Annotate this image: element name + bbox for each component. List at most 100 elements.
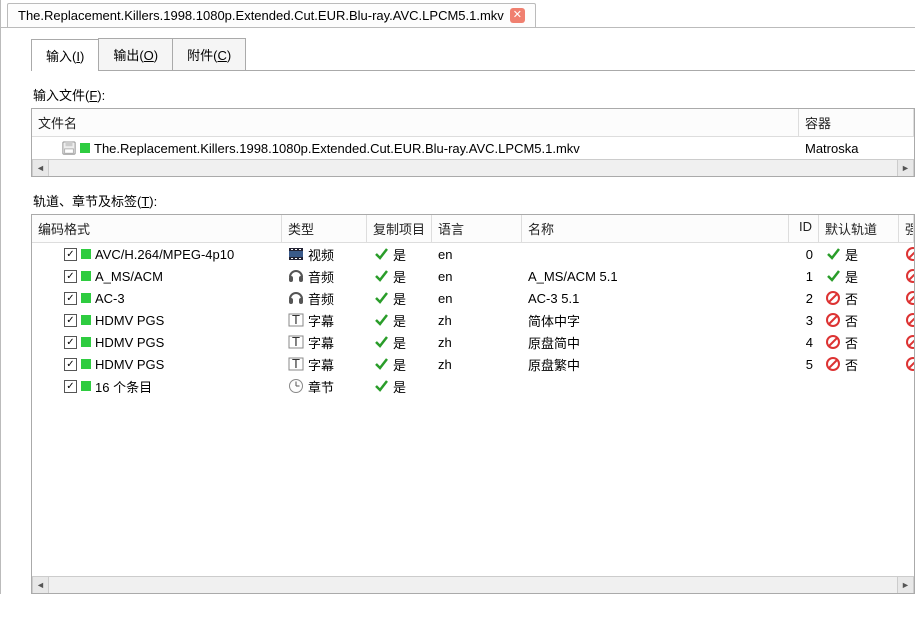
track-checkbox[interactable]: ✓: [64, 248, 77, 261]
track-type: 章节: [308, 377, 334, 396]
status-indicator-icon: [81, 293, 91, 303]
track-default: 否: [845, 333, 858, 352]
track-type: 字幕: [308, 355, 334, 374]
file-tab-bar: The.Replacement.Killers.1998.1080p.Exten…: [1, 0, 915, 28]
track-type: 音频: [308, 289, 334, 308]
tab-input[interactable]: 输入(I): [31, 39, 99, 71]
ban-icon: [905, 246, 914, 262]
tab-output[interactable]: 输出(O): [98, 38, 173, 70]
h-scrollbar[interactable]: ◄ ►: [32, 159, 914, 176]
track-codec: 16 个条目: [95, 377, 152, 396]
track-row[interactable]: ✓ 16 个条目 章节 是: [32, 375, 914, 397]
tab-attachments[interactable]: 附件(C): [172, 38, 246, 70]
file-tab-title: The.Replacement.Killers.1998.1080p.Exten…: [18, 8, 504, 23]
ban-icon: [905, 268, 914, 284]
status-indicator-icon: [81, 271, 91, 281]
col-filename[interactable]: 文件名: [32, 109, 799, 136]
track-copy: 是: [393, 377, 406, 396]
scroll-left-icon[interactable]: ◄: [32, 160, 49, 176]
track-name: A_MS/ACM 5.1: [522, 265, 789, 287]
ban-icon: [825, 312, 841, 328]
scroll-right-icon[interactable]: ►: [897, 577, 914, 593]
col-container[interactable]: 容器: [799, 109, 914, 136]
col-lang[interactable]: 语言: [432, 215, 522, 242]
track-default: 是: [845, 245, 858, 264]
track-lang: zh: [432, 309, 522, 331]
track-lang: en: [432, 265, 522, 287]
track-checkbox[interactable]: ✓: [64, 358, 77, 371]
ban-icon: [905, 334, 914, 350]
track-row[interactable]: ✓HDMV PGST字幕是zh简体中字3否: [32, 309, 914, 331]
input-files-list[interactable]: 文件名 容器 The.Replacement.Killers.1998.1080…: [31, 108, 915, 177]
track-type: 字幕: [308, 311, 334, 330]
ban-icon: [905, 290, 914, 306]
status-indicator-icon: [81, 249, 91, 259]
col-type[interactable]: 类型: [282, 215, 367, 242]
track-checkbox[interactable]: ✓: [64, 314, 77, 327]
check-icon: [373, 356, 389, 372]
status-indicator-icon: [81, 359, 91, 369]
track-lang: zh: [432, 331, 522, 353]
subtitle-icon: T: [288, 356, 304, 372]
scroll-right-icon[interactable]: ►: [897, 160, 914, 176]
status-indicator-icon: [80, 143, 90, 153]
track-type: 视频: [308, 245, 334, 264]
col-forced[interactable]: 强: [899, 215, 914, 242]
scroll-left-icon[interactable]: ◄: [32, 577, 49, 593]
subtitle-icon: T: [288, 334, 304, 350]
track-id: 2: [789, 287, 819, 309]
track-id: 5: [789, 353, 819, 375]
check-icon: [373, 312, 389, 328]
ban-icon: [825, 356, 841, 372]
close-icon[interactable]: ✕: [510, 8, 525, 23]
col-default[interactable]: 默认轨道: [819, 215, 899, 242]
track-codec: HDMV PGS: [95, 313, 164, 328]
col-codec[interactable]: 编码格式: [32, 215, 282, 242]
track-id: 4: [789, 331, 819, 353]
check-icon: [373, 378, 389, 394]
status-indicator-icon: [81, 315, 91, 325]
track-id: 0: [789, 243, 819, 265]
track-checkbox[interactable]: ✓: [64, 292, 77, 305]
col-name[interactable]: 名称: [522, 215, 789, 242]
track-type: 字幕: [308, 333, 334, 352]
check-icon: [373, 268, 389, 284]
track-name: 原盘简中: [522, 331, 789, 353]
main-tabs: 输入(I) 输出(O) 附件(C): [31, 38, 915, 71]
ban-icon: [905, 356, 914, 372]
h-scrollbar[interactable]: ◄ ►: [32, 576, 914, 593]
track-row[interactable]: ✓A_MS/ACM音频是enA_MS/ACM 5.11是: [32, 265, 914, 287]
svg-text:T: T: [292, 334, 300, 349]
col-id[interactable]: ID: [789, 215, 819, 242]
track-codec: A_MS/ACM: [95, 269, 163, 284]
tracks-list[interactable]: 编码格式 类型 复制项目 语言 名称 ID 默认轨道 强 ✓AVC/H.264/…: [31, 214, 915, 594]
track-checkbox[interactable]: ✓: [64, 380, 77, 393]
tracks-label: 轨道、章节及标签(T):: [33, 191, 915, 210]
track-row[interactable]: ✓HDMV PGST字幕是zh原盘繁中5否: [32, 353, 914, 375]
chapter-icon: [288, 378, 304, 394]
input-files-label: 输入文件(F):: [33, 85, 915, 104]
tracks-header[interactable]: 编码格式 类型 复制项目 语言 名称 ID 默认轨道 强: [32, 215, 914, 243]
track-copy: 是: [393, 355, 406, 374]
check-icon: [373, 246, 389, 262]
track-row[interactable]: ✓HDMV PGST字幕是zh原盘简中4否: [32, 331, 914, 353]
input-files-header[interactable]: 文件名 容器: [32, 109, 914, 137]
ban-icon: [825, 334, 841, 350]
check-icon: [373, 290, 389, 306]
ban-icon: [905, 312, 914, 328]
col-copy[interactable]: 复制项目: [367, 215, 432, 242]
file-row[interactable]: The.Replacement.Killers.1998.1080p.Exten…: [32, 137, 914, 159]
file-tab[interactable]: The.Replacement.Killers.1998.1080p.Exten…: [7, 3, 536, 27]
track-id: [789, 375, 819, 397]
file-name: The.Replacement.Killers.1998.1080p.Exten…: [94, 141, 580, 156]
track-row[interactable]: ✓AC-3音频是enAC-3 5.12否: [32, 287, 914, 309]
track-checkbox[interactable]: ✓: [64, 270, 77, 283]
track-name: AC-3 5.1: [522, 287, 789, 309]
track-row[interactable]: ✓AVC/H.264/MPEG-4p10视频是en0是: [32, 243, 914, 265]
status-indicator-icon: [81, 381, 91, 391]
check-icon: [825, 246, 841, 262]
track-checkbox[interactable]: ✓: [64, 336, 77, 349]
track-copy: 是: [393, 289, 406, 308]
track-copy: 是: [393, 311, 406, 330]
track-default: 否: [845, 289, 858, 308]
